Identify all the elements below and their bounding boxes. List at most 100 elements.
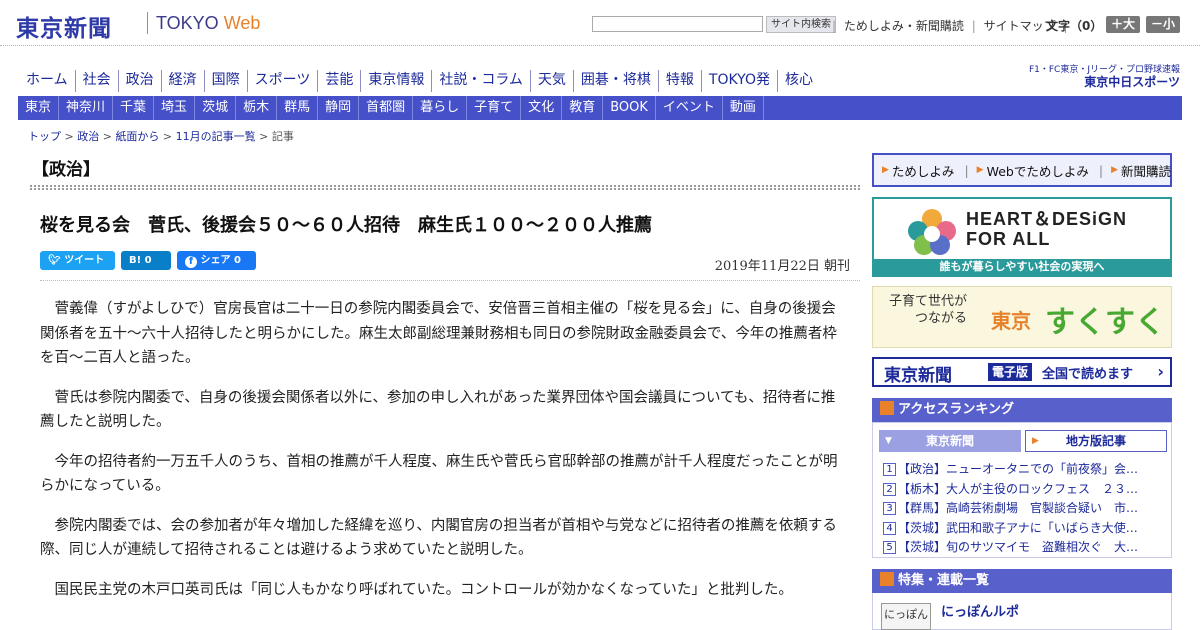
hatena-bookmark-button[interactable]: B! 0 (121, 251, 171, 270)
facebook-icon: f (185, 256, 197, 268)
heart-design-banner[interactable]: HEART＆DESiGN FOR ALL 誰もが暮らしやすい社会の実現へ (872, 197, 1172, 277)
nav-economy[interactable]: 経済 (162, 70, 205, 92)
nav-tokyo-hatsu[interactable]: TOKYO発 (702, 70, 778, 92)
local-nav-event[interactable]: イベント (656, 96, 723, 120)
article-paragraph: 菅義偉（すがよしひで）官房長官は二十一日の参院内閣委員会で、安倍晋三首相主催の「… (40, 301, 837, 366)
arrow-right-icon: ▶ (1032, 436, 1039, 446)
local-nav-chiba[interactable]: 千葉 (113, 96, 155, 120)
web-tameshiyomi-link[interactable]: Webでためしよみ (987, 161, 1089, 180)
breadcrumb-politics[interactable]: 政治 (77, 130, 99, 143)
digital-edition-banner[interactable]: 東京新聞 電子版 全国で読めます › (872, 357, 1172, 387)
square-icon (880, 401, 894, 415)
triangle-down-icon: ▼ (885, 436, 892, 446)
local-nav-kanagawa[interactable]: 神奈川 (59, 96, 114, 120)
chunichi-sports-banner[interactable]: F1・FC東京・Jリーグ・プロ野球速報 東京中日スポーツ (1026, 64, 1180, 88)
local-nav-ibaraki[interactable]: 茨城 (195, 96, 237, 120)
tweet-button[interactable]: 🐦︎ ツイート (40, 251, 115, 270)
nav-editorial-column[interactable]: 社説・コラム (432, 70, 531, 92)
subscribe-link[interactable]: 新聞購読 (1121, 161, 1171, 180)
ranking-list: 1 【政治】ニューオータニでの「前夜祭」会… 2 【栃木】大人が主役のロックフェス … (883, 460, 1165, 558)
nav-go-shogi[interactable]: 囲碁・将棋 (574, 70, 659, 92)
main-nav: ホーム 社会 政治 経済 国際 スポーツ 芸能 東京情報 社説・コラム 天気 囲… (18, 70, 820, 92)
local-nav-kurashi[interactable]: 暮らし (413, 96, 468, 120)
article-paragraph: 参院内閣委では、会の参加者が年々増加した経緯を巡り、内閣官房の担当者が首相や与党… (40, 517, 837, 559)
local-nav-shutoken[interactable]: 首都圏 (359, 96, 414, 120)
font-size-label: 文字（0） (1046, 19, 1103, 33)
article-paragraph: 今年の招待者約一万五千人のうち、首相の推薦が千人程度、麻生氏や菅氏ら官邸幹部の推… (40, 453, 838, 495)
sukusuku-city: 東京 (991, 309, 1031, 333)
tokyo-sukusuku-banner[interactable]: 子育て世代が つながる 東京 すくすく (872, 286, 1172, 348)
digital-edition-logo: 東京新聞 (884, 366, 952, 386)
nav-tokuho[interactable]: 特報 (659, 70, 702, 92)
nav-tokyo-info[interactable]: 東京情報 (361, 70, 433, 92)
local-nav-shizuoka[interactable]: 静岡 (318, 96, 360, 120)
square-icon (880, 572, 894, 586)
section-title: 【政治】 (32, 160, 100, 180)
link-divider: | (832, 19, 837, 33)
ranking-item-title: 【群馬】高崎芸術劇場 官製談合疑い 市… (898, 501, 1139, 515)
tameshiyomi-link[interactable]: ためしよみ (892, 161, 955, 180)
font-smaller-button[interactable]: －小 (1146, 16, 1180, 33)
local-nav-book[interactable]: BOOK (603, 96, 656, 120)
breadcrumb-current: 記事 (271, 130, 294, 143)
ranking-item[interactable]: 5 【茨城】旬のサツマイモ 盗難相次ぐ 大… (883, 538, 1165, 558)
breadcrumb-november-list[interactable]: 11月の記事一覧 (176, 130, 256, 143)
nav-sports[interactable]: スポーツ (248, 70, 319, 92)
feature-item-nippon-repo[interactable]: にっぽん にっぽんルポ (872, 593, 1172, 630)
local-nav-saitama[interactable]: 埼玉 (154, 96, 196, 120)
nav-kakushin[interactable]: 核心 (778, 70, 820, 92)
article-date: 2019年11月22日 朝刊 (714, 259, 850, 274)
arrow-right-icon: ▶ (976, 165, 984, 175)
heart-design-line1: HEART＆DESiGN (966, 209, 1128, 229)
sukusuku-tagline-line1: 子育て世代が (889, 294, 968, 309)
tokyo-web-logo-web: Web (223, 13, 261, 33)
nav-politics[interactable]: 政治 (119, 70, 162, 92)
local-nav-tokyo[interactable]: 東京 (18, 96, 60, 120)
local-nav-tochigi[interactable]: 栃木 (236, 96, 278, 120)
ranking-item[interactable]: 1 【政治】ニューオータニでの「前夜祭」会… (883, 460, 1165, 480)
nav-weather[interactable]: 天気 (531, 70, 574, 92)
heart-design-title: HEART＆DESiGN FOR ALL (966, 209, 1127, 249)
access-ranking-header: アクセスランキング (872, 398, 1172, 422)
site-search-input[interactable] (592, 16, 763, 32)
twitter-bird-icon: 🐦︎ (48, 255, 61, 266)
nav-home[interactable]: ホーム (18, 70, 76, 92)
local-nav-video[interactable]: 動画 (723, 96, 764, 120)
breadcrumb-top[interactable]: トップ (28, 130, 61, 143)
ranking-item-title: 【政治】ニューオータニでの「前夜祭」会… (898, 462, 1139, 476)
ranking-tab-local[interactable]: ▶ 地方版記事 (1025, 430, 1167, 452)
local-nav-gunma[interactable]: 群馬 (277, 96, 319, 120)
ranking-item[interactable]: 3 【群馬】高崎芸術劇場 官製談合疑い 市… (883, 499, 1165, 519)
tokyo-web-logo[interactable]: TOKYO Web (156, 13, 260, 34)
tameshiyomi-subscribe-link[interactable]: ためしよみ・新聞購読 (840, 19, 968, 33)
ranking-tab-tokyo[interactable]: ▼ 東京新聞 (879, 430, 1021, 452)
chevron-right-icon: › (1157, 362, 1164, 381)
rank-number: 3 (883, 502, 896, 515)
nav-entertainment[interactable]: 芸能 (318, 70, 362, 92)
article-paragraph: 国民民主党の木戸口英司氏は「同じ人もかなり呼ばれていた。コントロールが効かなくな… (54, 581, 793, 598)
facebook-share-button[interactable]: f シェア 0 (177, 251, 256, 270)
ranking-item[interactable]: 2 【栃木】大人が主役のロックフェス ２３… (883, 480, 1165, 500)
breadcrumb-shimen[interactable]: 紙面から (115, 130, 159, 143)
ranking-item-title: 【茨城】旬のサツマイモ 盗難相次ぐ 大… (898, 540, 1139, 554)
arrow-right-icon: ▶ (1111, 165, 1118, 175)
access-ranking-box: ▼ 東京新聞 ▶ 地方版記事 1 【政治】ニューオータニでの「前夜祭」会… 2 【栃木】… (872, 422, 1172, 558)
link-divider: | (1098, 162, 1104, 178)
local-nav-kosodate[interactable]: 子育て (467, 96, 522, 120)
local-nav-bunka[interactable]: 文化 (521, 96, 563, 120)
heart-design-line2: FOR ALL (966, 229, 1051, 249)
nav-society[interactable]: 社会 (76, 70, 119, 92)
access-ranking-title: アクセスランキング (898, 402, 1014, 417)
breadcrumb-sep: > (61, 130, 78, 143)
ranking-item[interactable]: 4 【茨城】武田和歌子アナに「いばらき大使… (883, 519, 1165, 539)
rank-number: 1 (883, 463, 896, 476)
article-body: 菅義偉（すがよしひで）官房長官は二十一日の参院内閣委員会で、安倍晋三首相主催の「… (40, 297, 844, 617)
chunichi-sports-title: 東京中日スポーツ (1084, 75, 1180, 89)
site-search-button[interactable]: サイト内検索 (766, 16, 836, 33)
rank-number: 4 (883, 521, 896, 535)
site-logo[interactable]: 東京新聞 (16, 9, 112, 43)
nav-international[interactable]: 国際 (205, 70, 248, 92)
breadcrumb: トップ > 政治 > 紙面から > 11月の記事一覧 > 記事 (28, 128, 294, 144)
font-bigger-button[interactable]: ＋大 (1106, 16, 1140, 33)
local-nav-kyoiku[interactable]: 教育 (562, 96, 604, 120)
